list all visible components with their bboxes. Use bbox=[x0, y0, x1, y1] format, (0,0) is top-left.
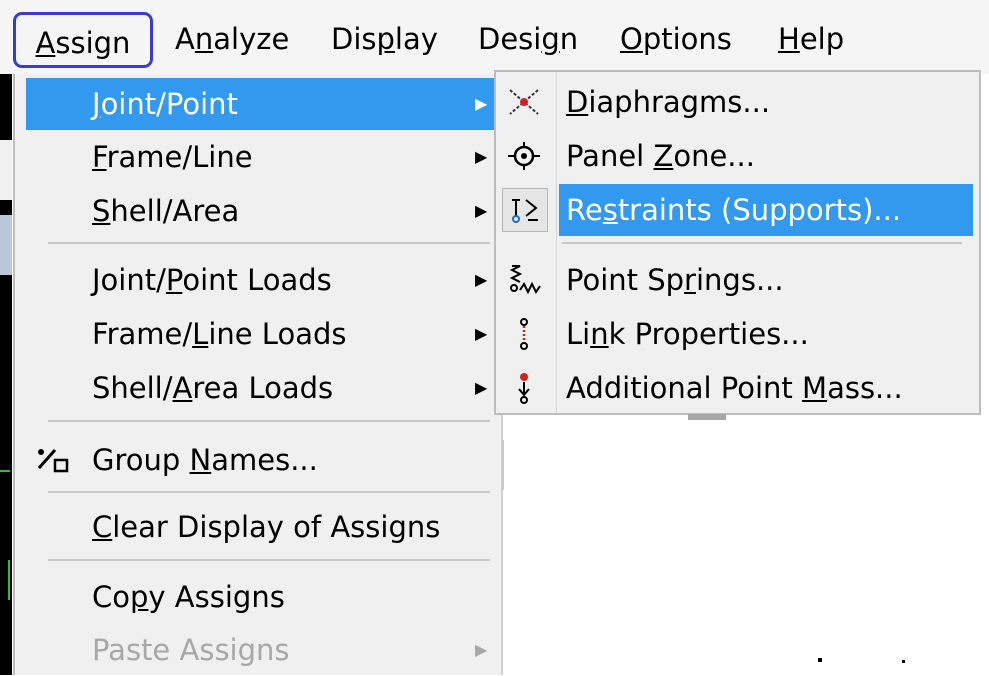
menu-item-paste-assigns: Paste Assigns ▶ bbox=[15, 624, 501, 676]
menu-separator bbox=[48, 559, 490, 561]
link-properties-icon bbox=[520, 318, 528, 350]
submenu-arrow-icon: ▶ bbox=[475, 324, 488, 343]
submenu-item-restraints[interactable]: Restraints (Supports)... bbox=[496, 184, 979, 236]
background-window-panel bbox=[0, 140, 12, 200]
menu-item-shell-area-loads[interactable]: Shell/Area Loads ▶ bbox=[15, 362, 501, 414]
submenu-arrow-icon: ▶ bbox=[475, 94, 488, 113]
joint-point-submenu: Diaphragms... Panel Zone... Restraints (… bbox=[494, 70, 981, 415]
menu-separator bbox=[48, 491, 490, 493]
menu-item-frame-line-loads[interactable]: Frame/Line Loads ▶ bbox=[15, 308, 501, 360]
background-dot bbox=[902, 660, 905, 663]
point-springs-icon bbox=[509, 265, 541, 295]
submenu-item-point-springs[interactable]: Point Springs... bbox=[496, 254, 979, 306]
menu-help[interactable]: Help bbox=[778, 14, 844, 64]
background-window-panel bbox=[0, 215, 12, 275]
menu-design[interactable]: Design bbox=[478, 14, 578, 64]
menu-analyze[interactable]: Analyze bbox=[175, 14, 289, 64]
menu-bar: Assign Analyze Display Design Options He… bbox=[0, 0, 989, 74]
submenu-item-diaphragms[interactable]: Diaphragms... bbox=[496, 76, 979, 128]
menu-item-shell-area[interactable]: Shell/Area ▶ bbox=[15, 185, 501, 237]
background-dot bbox=[818, 658, 822, 662]
menu-item-frame-line[interactable]: Frame/Line ▶ bbox=[15, 131, 501, 183]
menu-assign[interactable]: Assign bbox=[13, 12, 153, 68]
menu-separator bbox=[562, 242, 962, 244]
background-scroll-tab bbox=[688, 414, 726, 420]
submenu-arrow-icon: ▶ bbox=[475, 201, 488, 220]
menu-separator bbox=[48, 242, 490, 244]
menu-separator bbox=[48, 420, 490, 422]
submenu-arrow-icon: ▶ bbox=[475, 378, 488, 397]
submenu-item-panel-zone[interactable]: Panel Zone... bbox=[496, 130, 979, 182]
background-green-line bbox=[0, 470, 10, 472]
restraints-icon bbox=[512, 199, 538, 223]
menu-item-group-names[interactable]: Group Names... bbox=[15, 434, 501, 486]
diaphragm-icon bbox=[509, 89, 539, 115]
panel-zone-icon bbox=[508, 142, 540, 170]
background-vertical-line bbox=[502, 440, 504, 490]
menu-item-copy-assigns[interactable]: Copy Assigns bbox=[15, 571, 501, 623]
menu-options[interactable]: Options bbox=[620, 14, 732, 64]
menu-item-joint-point-loads[interactable]: Joint/Point Loads ▶ bbox=[15, 254, 501, 306]
background-green-line bbox=[8, 560, 10, 600]
submenu-arrow-icon: ▶ bbox=[475, 640, 488, 659]
menu-item-joint-point[interactable]: Joint/Point ▶ bbox=[26, 78, 496, 130]
menu-display[interactable]: Display bbox=[331, 14, 438, 64]
submenu-arrow-icon: ▶ bbox=[475, 270, 488, 289]
submenu-item-additional-point-mass[interactable]: Additional Point Mass... bbox=[496, 362, 979, 414]
point-mass-icon bbox=[518, 373, 530, 404]
submenu-arrow-icon: ▶ bbox=[475, 147, 488, 166]
assign-dropdown-menu: Joint/Point ▶ Frame/Line ▶ Shell/Area ▶ … bbox=[13, 74, 503, 675]
group-names-icon bbox=[37, 449, 69, 473]
submenu-item-link-properties[interactable]: Link Properties... bbox=[496, 308, 979, 360]
menu-item-clear-display-of-assigns[interactable]: Clear Display of Assigns bbox=[15, 501, 501, 553]
